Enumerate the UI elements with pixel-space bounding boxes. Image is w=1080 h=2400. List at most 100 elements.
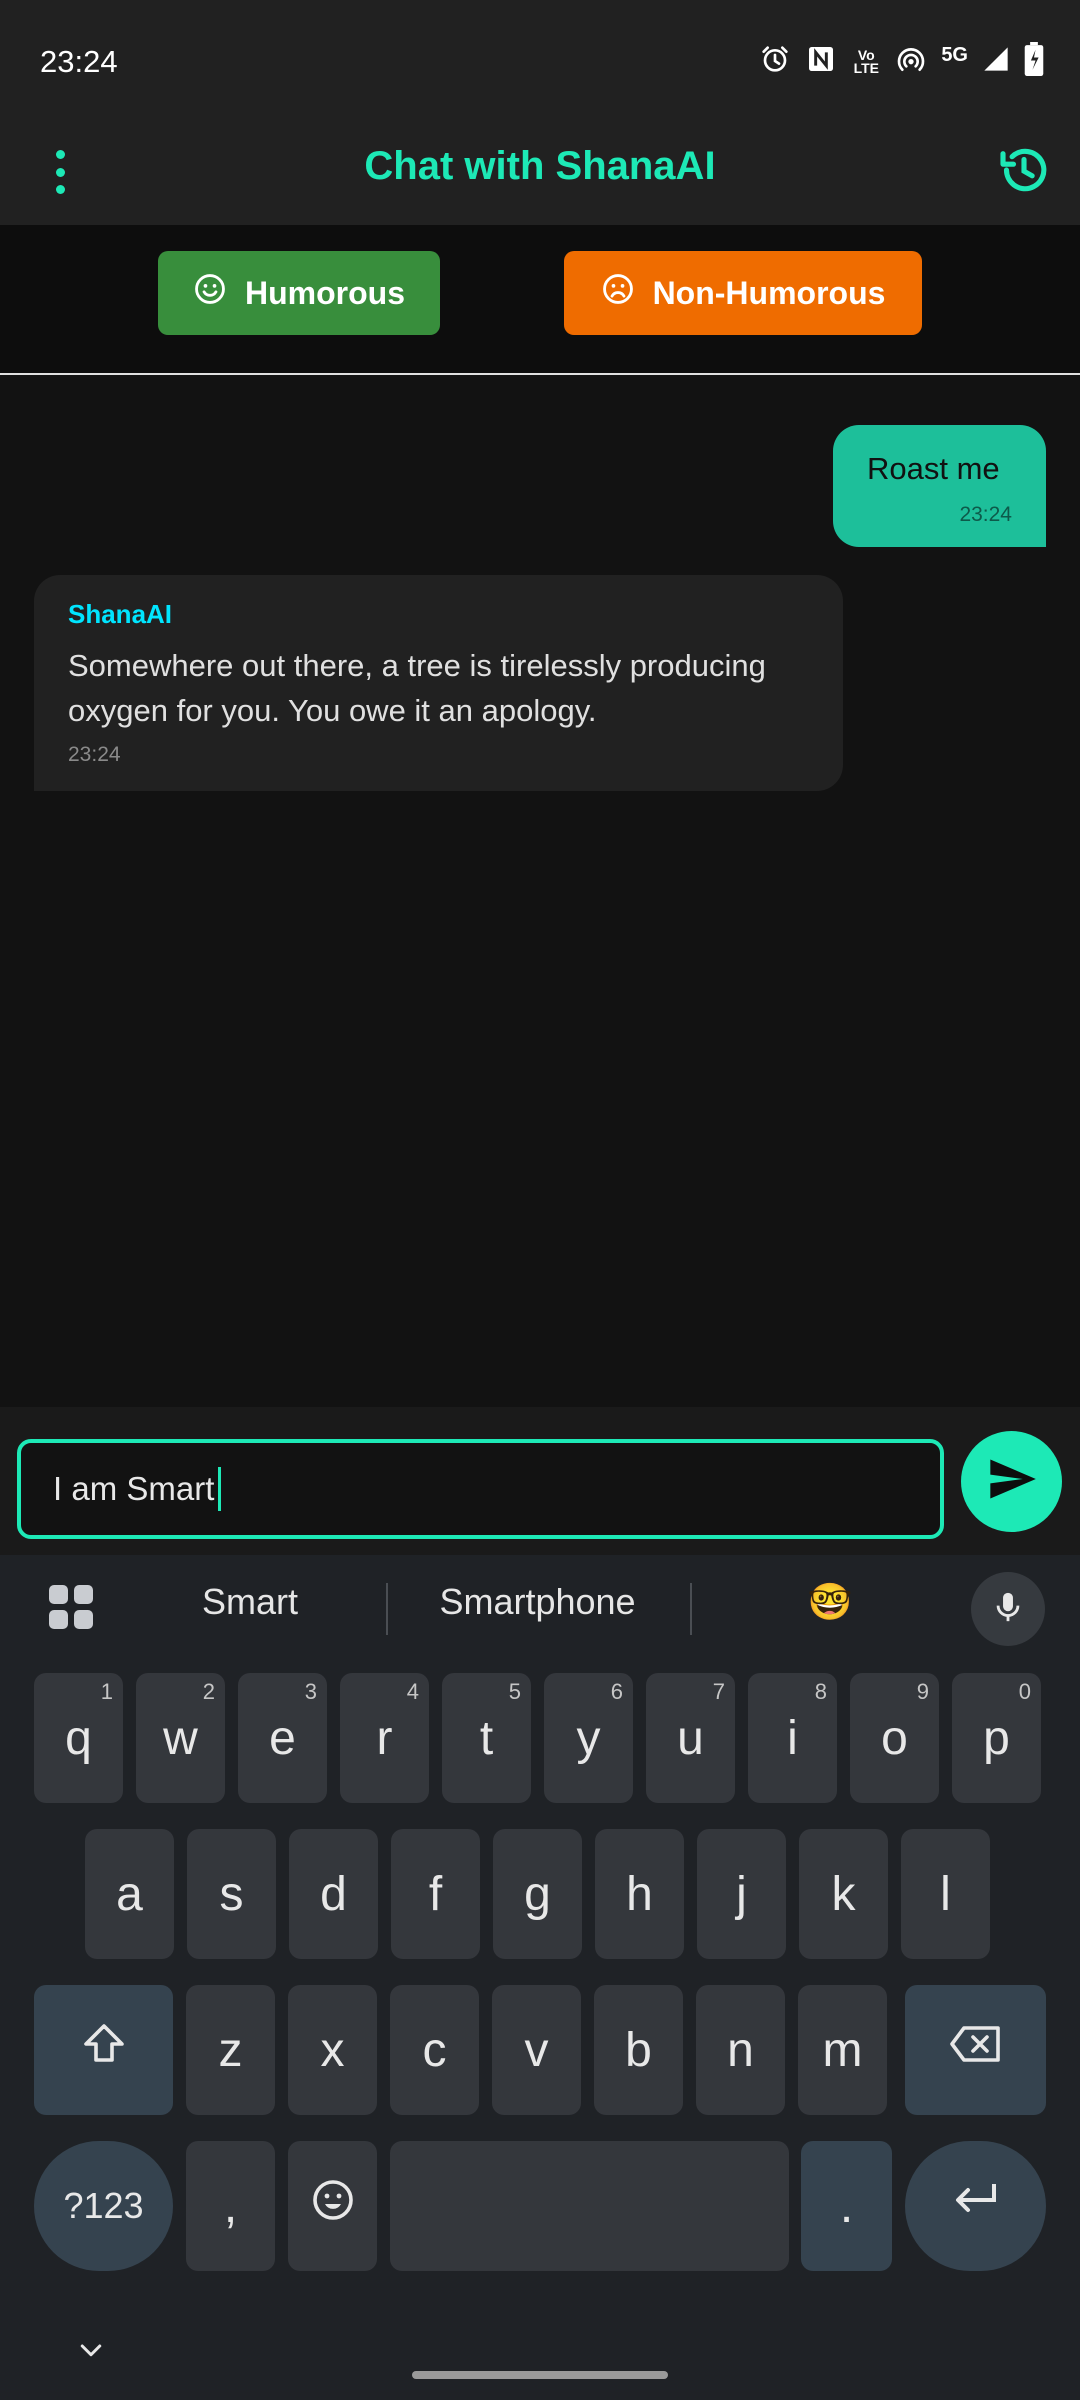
- key-d[interactable]: d: [289, 1829, 378, 1959]
- key-label: b: [625, 2023, 652, 2077]
- non-humorous-button[interactable]: Non-Humorous: [564, 251, 922, 335]
- shift-icon: [80, 2020, 128, 2080]
- key-p[interactable]: p0: [952, 1673, 1041, 1803]
- suggestion-2[interactable]: Smartphone: [400, 1581, 675, 1623]
- space-key[interactable]: [390, 2141, 789, 2271]
- navigation-handle[interactable]: [412, 2371, 668, 2379]
- key-z[interactable]: z: [186, 1985, 275, 2115]
- humorous-button[interactable]: Humorous: [158, 251, 440, 335]
- smile-icon: [193, 272, 227, 314]
- key-s[interactable]: s: [187, 1829, 276, 1959]
- status-icons: Vo LTE 5G: [759, 42, 1044, 81]
- key-y[interactable]: y6: [544, 1673, 633, 1803]
- comma-key[interactable]: ,: [186, 2141, 275, 2271]
- key-hint: 3: [304, 1679, 317, 1704]
- text-cursor: [218, 1467, 222, 1511]
- key-label: c: [422, 2023, 447, 2077]
- key-b[interactable]: b: [594, 1985, 683, 2115]
- key-a[interactable]: a: [85, 1829, 174, 1959]
- suggestion-divider: [690, 1583, 692, 1635]
- ai-sender-name: ShanaAI: [68, 599, 173, 629]
- battery-icon: [1024, 42, 1044, 81]
- key-j[interactable]: j: [697, 1829, 786, 1959]
- key-label: o: [881, 1711, 908, 1765]
- key-k[interactable]: k: [799, 1829, 888, 1959]
- emoji-key[interactable]: [288, 2141, 377, 2271]
- backspace-icon: [948, 2020, 1004, 2080]
- send-icon: [986, 1453, 1038, 1510]
- key-i[interactable]: i8: [748, 1673, 837, 1803]
- mode-bar: Humorous Non-Humorous: [0, 225, 1080, 375]
- suggestion-strip: Smart Smartphone 🤓: [0, 1555, 1080, 1661]
- key-label: e: [269, 1711, 296, 1765]
- period-key[interactable]: .: [801, 2141, 892, 2271]
- key-hint: 1: [100, 1679, 113, 1704]
- suggestion-3[interactable]: 🤓: [780, 1581, 880, 1623]
- key-hint: 6: [610, 1679, 623, 1704]
- key-f[interactable]: f: [391, 1829, 480, 1959]
- send-button[interactable]: [961, 1431, 1062, 1532]
- key-c[interactable]: c: [390, 1985, 479, 2115]
- suggestion-1[interactable]: Smart: [140, 1581, 360, 1623]
- key-t[interactable]: t5: [442, 1673, 531, 1803]
- history-icon[interactable]: [996, 142, 1052, 198]
- key-label: t: [479, 1711, 494, 1765]
- key-hint: 2: [202, 1679, 215, 1704]
- key-label: y: [576, 1711, 601, 1765]
- collapse-keyboard-icon[interactable]: [76, 2336, 106, 2366]
- key-w[interactable]: w2: [136, 1673, 225, 1803]
- key-g[interactable]: g: [493, 1829, 582, 1959]
- chat-area[interactable]: Roast me 23:24 ShanaAI Somewhere out the…: [0, 377, 1080, 1407]
- enter-icon: [950, 2178, 1002, 2234]
- message-input[interactable]: I am Smart: [17, 1439, 944, 1539]
- key-label: m: [822, 2023, 863, 2077]
- apps-grid-icon[interactable]: [49, 1585, 93, 1629]
- key-label: k: [831, 1867, 856, 1921]
- backspace-key[interactable]: [905, 1985, 1046, 2115]
- key-label: q: [65, 1711, 92, 1765]
- non-humorous-label: Non-Humorous: [652, 274, 886, 311]
- user-message-bubble[interactable]: Roast me 23:24: [833, 425, 1046, 547]
- key-label: j: [736, 1867, 747, 1921]
- key-label: w: [163, 1711, 198, 1765]
- ai-message-bubble[interactable]: ShanaAI Somewhere out there, a tree is t…: [34, 575, 843, 791]
- alarm-icon: [759, 43, 791, 80]
- key-e[interactable]: e3: [238, 1673, 327, 1803]
- key-h[interactable]: h: [595, 1829, 684, 1959]
- key-u[interactable]: u7: [646, 1673, 735, 1803]
- keyboard: Smart Smartphone 🤓 q1w2e3r4t5y6u7i8o9p0a…: [0, 1555, 1080, 2400]
- key-label: z: [218, 2023, 243, 2077]
- key-n[interactable]: n: [696, 1985, 785, 2115]
- key-l[interactable]: l: [901, 1829, 990, 1959]
- key-r[interactable]: r4: [340, 1673, 429, 1803]
- microphone-button[interactable]: [971, 1572, 1045, 1646]
- key-hint: 5: [508, 1679, 521, 1704]
- key-m[interactable]: m: [798, 1985, 887, 2115]
- key-v[interactable]: v: [492, 1985, 581, 2115]
- emoji-icon: [309, 2176, 357, 2236]
- key-o[interactable]: o9: [850, 1673, 939, 1803]
- shift-key[interactable]: [34, 1985, 173, 2115]
- key-label: a: [116, 1867, 143, 1921]
- key-label: g: [524, 1867, 551, 1921]
- key-label: l: [940, 1867, 951, 1921]
- volte-icon: Vo LTE: [853, 46, 880, 76]
- status-bar: 23:24 Vo LTE 5G: [0, 0, 1080, 120]
- suggestion-divider: [386, 1583, 388, 1635]
- key-label: f: [428, 1867, 443, 1921]
- ai-message-time: 23:24: [68, 743, 121, 766]
- key-hint: 9: [916, 1679, 929, 1704]
- key-x[interactable]: x: [288, 1985, 377, 2115]
- key-hint: 4: [406, 1679, 419, 1704]
- key-q[interactable]: q1: [34, 1673, 123, 1803]
- key-label: r: [376, 1711, 393, 1765]
- status-time: 23:24: [40, 44, 118, 79]
- hotspot-icon: [895, 43, 927, 80]
- sad-face-icon: [601, 272, 635, 314]
- symbols-key[interactable]: ?123: [34, 2141, 173, 2271]
- app-bar: Chat with ShanaAI: [0, 120, 1080, 225]
- key-label: h: [626, 1867, 653, 1921]
- enter-key[interactable]: [905, 2141, 1046, 2271]
- key-label: i: [787, 1711, 798, 1765]
- key-hint: 8: [814, 1679, 827, 1704]
